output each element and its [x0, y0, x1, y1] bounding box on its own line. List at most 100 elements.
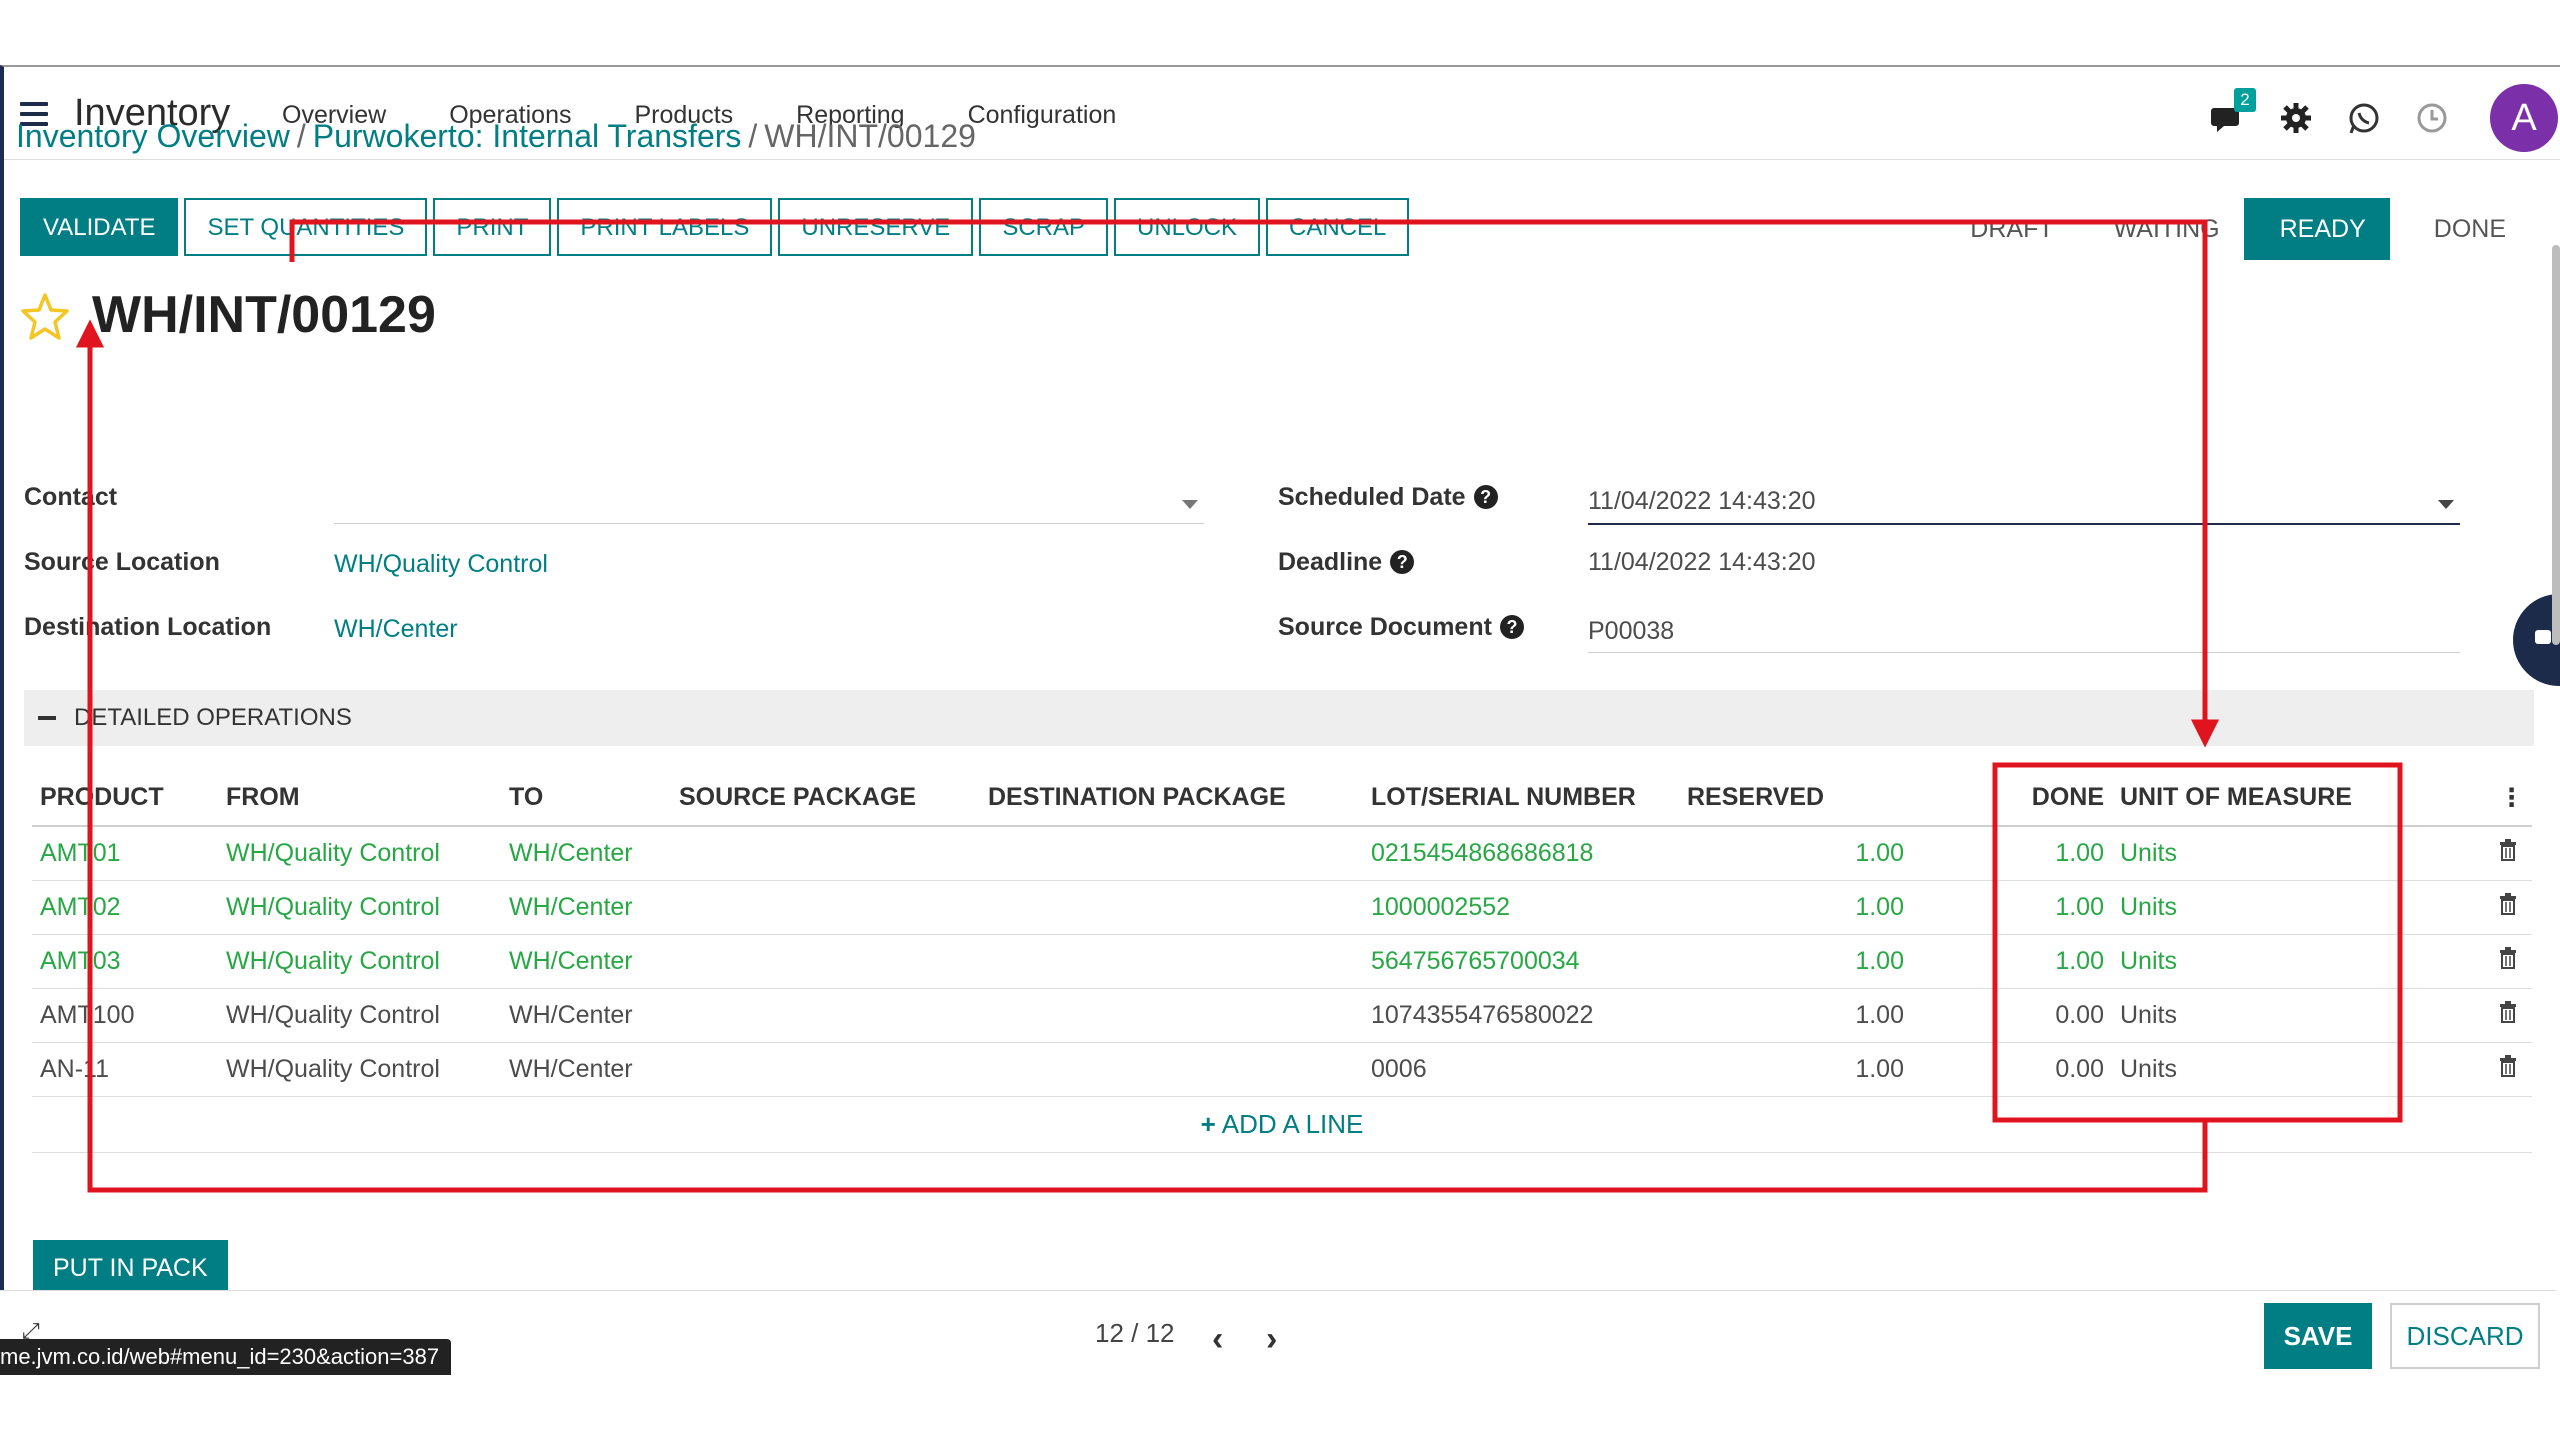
row-done[interactable]: 0.00 — [1912, 1042, 2112, 1097]
help-icon[interactable]: ? — [1499, 615, 1524, 639]
col-unit-of-measure[interactable]: UNIT OF MEASURE — [2112, 770, 2422, 827]
scrollbar[interactable] — [2552, 245, 2560, 645]
row-destination-package[interactable] — [980, 826, 1363, 881]
row-product[interactable]: AMT01 — [32, 826, 218, 881]
trash-icon[interactable] — [2498, 1054, 2518, 1077]
stage-done[interactable]: DONE — [2389, 198, 2530, 260]
help-icon[interactable]: ? — [1390, 550, 1415, 574]
validate-button[interactable]: VALIDATE — [20, 198, 179, 256]
print-button[interactable]: PRINT — [433, 198, 552, 256]
row-uom[interactable]: Units — [2112, 826, 2422, 881]
row-lot[interactable]: 1074355476580022 — [1363, 988, 1679, 1043]
row-uom[interactable]: Units — [2112, 880, 2422, 935]
col-lot-serial[interactable]: LOT/SERIAL NUMBER — [1363, 770, 1679, 827]
optional-columns-icon[interactable]: ⋮ — [2422, 770, 2532, 827]
trash-icon[interactable] — [2498, 1000, 2518, 1023]
stage-draft[interactable]: DRAFT — [1934, 198, 2078, 260]
contact-caret-icon[interactable] — [1182, 500, 1198, 509]
row-reserved[interactable]: 1.00 — [1679, 988, 1912, 1043]
delete-row[interactable] — [2422, 826, 2532, 881]
row-source-package[interactable] — [671, 1042, 980, 1097]
col-to[interactable]: TO — [501, 770, 671, 827]
row-done[interactable]: 0.00 — [1912, 988, 2112, 1043]
row-from[interactable]: WH/Quality Control — [218, 1042, 501, 1097]
row-from[interactable]: WH/Quality Control — [218, 988, 501, 1043]
table-row[interactable]: AN-11 WH/Quality Control WH/Center 0006 … — [32, 1042, 2532, 1097]
row-product[interactable]: AN-11 — [32, 1042, 218, 1097]
source-location-link[interactable]: WH/Quality Control — [334, 550, 548, 579]
row-done[interactable]: 1.00 — [1912, 934, 2112, 989]
table-row[interactable]: AMT01 WH/Quality Control WH/Center 02154… — [32, 826, 2532, 881]
add-a-line-link[interactable]: + ADD A LINE — [1201, 1109, 1364, 1139]
put-in-pack-button[interactable]: PUT IN PACK — [33, 1240, 228, 1296]
row-lot[interactable]: 0215454868686818 — [1363, 826, 1679, 881]
gear-icon[interactable] — [2278, 100, 2314, 136]
trash-icon[interactable] — [2498, 892, 2518, 915]
breadcrumb-internal-transfers[interactable]: Purwokerto: Internal Transfers — [313, 118, 742, 154]
delete-row[interactable] — [2422, 880, 2532, 935]
row-source-package[interactable] — [671, 934, 980, 989]
row-reserved[interactable]: 1.00 — [1679, 826, 1912, 881]
row-uom[interactable]: Units — [2112, 988, 2422, 1043]
row-product[interactable]: AMT03 — [32, 934, 218, 989]
row-to[interactable]: WH/Center — [501, 826, 671, 881]
delete-row[interactable] — [2422, 1042, 2532, 1097]
row-uom[interactable]: Units — [2112, 1042, 2422, 1097]
cancel-button[interactable]: CANCEL — [1266, 198, 1410, 256]
delete-row[interactable] — [2422, 934, 2532, 989]
clock-icon[interactable] — [2414, 100, 2450, 136]
contact-field[interactable] — [334, 483, 1204, 523]
row-to[interactable]: WH/Center — [501, 988, 671, 1043]
row-lot[interactable]: 0006 — [1363, 1042, 1679, 1097]
delete-row[interactable] — [2422, 988, 2532, 1043]
row-source-package[interactable] — [671, 988, 980, 1043]
row-reserved[interactable]: 1.00 — [1679, 1042, 1912, 1097]
trash-icon[interactable] — [2498, 838, 2518, 861]
breadcrumb-inventory-overview[interactable]: Inventory Overview — [16, 118, 290, 154]
col-source-package[interactable]: SOURCE PACKAGE — [671, 770, 980, 827]
row-from[interactable]: WH/Quality Control — [218, 934, 501, 989]
table-row[interactable]: AMT03 WH/Quality Control WH/Center 56475… — [32, 934, 2532, 989]
row-to[interactable]: WH/Center — [501, 880, 671, 935]
detailed-operations-header[interactable]: DETAILED OPERATIONS — [24, 690, 2534, 746]
row-lot[interactable]: 564756765700034 — [1363, 934, 1679, 989]
row-to[interactable]: WH/Center — [501, 1042, 671, 1097]
pager-value[interactable]: 12 / 12 — [1095, 1318, 1175, 1349]
row-source-package[interactable] — [671, 826, 980, 881]
menu-configuration[interactable]: Configuration — [968, 101, 1117, 130]
help-icon[interactable]: ? — [1473, 485, 1498, 509]
destination-location-link[interactable]: WH/Center — [334, 615, 458, 644]
user-avatar[interactable]: A — [2490, 84, 2558, 152]
row-reserved[interactable]: 1.00 — [1679, 934, 1912, 989]
row-destination-package[interactable] — [980, 934, 1363, 989]
unlock-button[interactable]: UNLOCK — [1114, 198, 1261, 256]
source-document-input[interactable]: P00038 — [1588, 617, 1674, 646]
star-icon[interactable] — [20, 292, 70, 342]
row-product[interactable]: AMT100 — [32, 988, 218, 1043]
stage-waiting[interactable]: WAITING — [2077, 198, 2244, 260]
whatsapp-icon[interactable] — [2346, 100, 2382, 136]
table-row[interactable]: AMT100 WH/Quality Control WH/Center 1074… — [32, 988, 2532, 1043]
scheduled-date-input[interactable]: 11/04/2022 14:43:20 — [1588, 487, 1816, 516]
table-row[interactable]: AMT02 WH/Quality Control WH/Center 10000… — [32, 880, 2532, 935]
unreserve-button[interactable]: UNRESERVE — [778, 198, 974, 256]
col-from[interactable]: FROM — [218, 770, 501, 827]
row-done[interactable]: 1.00 — [1912, 880, 2112, 935]
row-lot[interactable]: 1000002552 — [1363, 880, 1679, 935]
col-product[interactable]: PRODUCT — [32, 770, 218, 827]
row-source-package[interactable] — [671, 880, 980, 935]
stage-ready[interactable]: READY — [2243, 198, 2410, 260]
row-reserved[interactable]: 1.00 — [1679, 880, 1912, 935]
row-uom[interactable]: Units — [2112, 934, 2422, 989]
row-done[interactable]: 1.00 — [1912, 826, 2112, 881]
pager-next-icon[interactable]: › — [1266, 1320, 1277, 1359]
print-labels-button[interactable]: PRINT LABELS — [557, 198, 773, 256]
row-destination-package[interactable] — [980, 880, 1363, 935]
save-button[interactable]: SAVE — [2264, 1303, 2372, 1369]
row-from[interactable]: WH/Quality Control — [218, 826, 501, 881]
row-destination-package[interactable] — [980, 988, 1363, 1043]
row-from[interactable]: WH/Quality Control — [218, 880, 501, 935]
pager-previous-icon[interactable]: ‹ — [1212, 1320, 1223, 1359]
messages-icon[interactable]: 2 — [2210, 88, 2256, 136]
row-product[interactable]: AMT02 — [32, 880, 218, 935]
